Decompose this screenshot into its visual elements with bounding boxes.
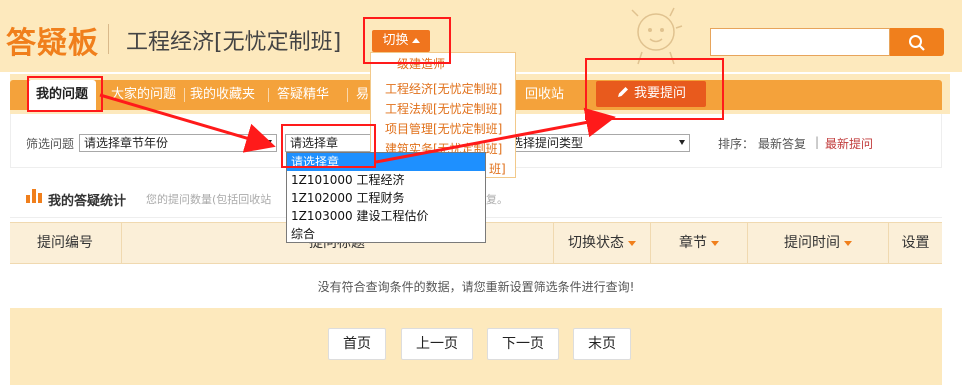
annotation-arrows xyxy=(99,93,616,164)
arrow-to-chapter xyxy=(99,93,276,153)
arrow-to-ask xyxy=(375,107,616,164)
